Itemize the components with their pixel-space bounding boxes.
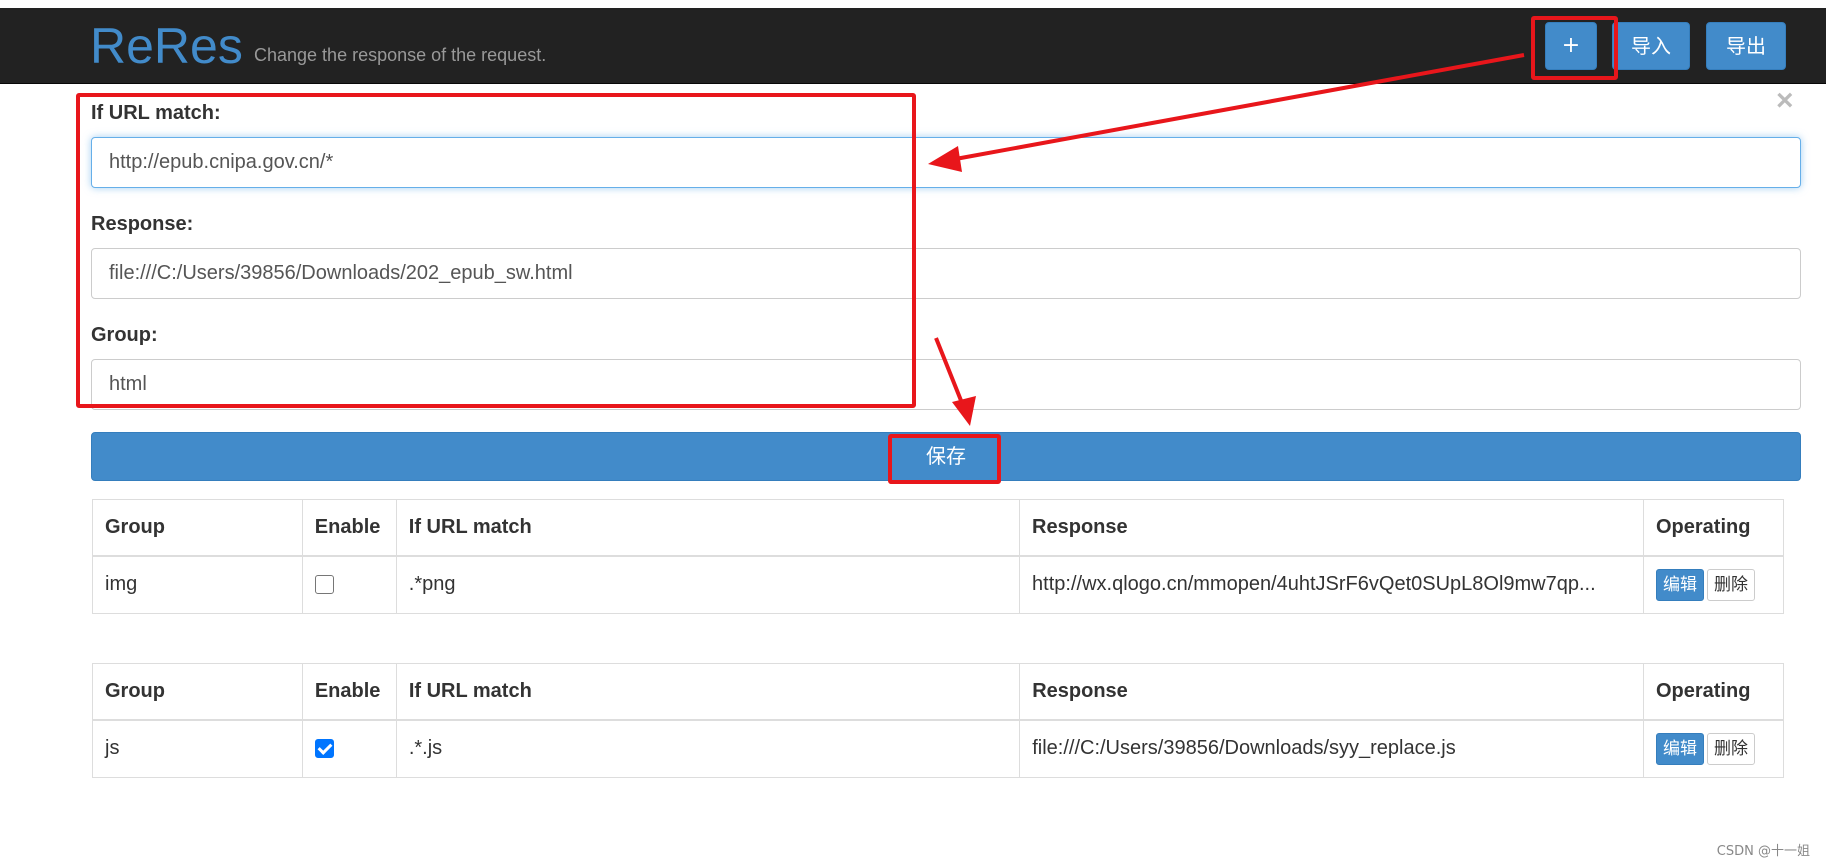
import-button[interactable]: 导入 <box>1612 22 1690 70</box>
url-match-input[interactable]: http://epub.cnipa.gov.cn/* <box>91 137 1801 188</box>
cell-response: http://wx.qlogo.cn/mmopen/4uhtJSrF6vQet0… <box>1019 555 1644 614</box>
cell-group: js <box>92 719 303 778</box>
top-strip <box>0 0 1826 8</box>
header-enable: Enable <box>301 499 397 557</box>
response-label: Response: <box>91 213 194 235</box>
add-rule-button[interactable]: + <box>1545 22 1597 70</box>
cell-enable <box>301 719 397 778</box>
delete-button[interactable]: 删除 <box>1706 568 1755 601</box>
header-group: Group <box>92 499 303 557</box>
brand-logo[interactable]: ReRes <box>90 18 243 74</box>
header-operating: Operating <box>1642 663 1785 721</box>
header-response: Response <box>1019 663 1644 721</box>
table-row: js .*.js file:///C:/Users/39856/Download… <box>92 719 1785 778</box>
rule-table-js: Group Enable If URL match Response Opera… <box>92 663 1785 778</box>
export-button[interactable]: 导出 <box>1706 22 1786 70</box>
header-group: Group <box>92 663 303 721</box>
close-icon[interactable]: × <box>1776 86 1794 116</box>
header-enable: Enable <box>301 663 397 721</box>
header-url-match: If URL match <box>395 663 1021 721</box>
cell-response: file:///C:/Users/39856/Downloads/syy_rep… <box>1019 719 1644 778</box>
edit-button[interactable]: 编辑 <box>1655 732 1704 765</box>
group-input[interactable]: html <box>91 359 1801 410</box>
url-match-label: If URL match: <box>91 102 221 124</box>
cell-group: img <box>92 555 303 614</box>
header-url-match: If URL match <box>395 499 1021 557</box>
watermark: CSDN @十一姐 <box>1716 844 1810 859</box>
delete-button[interactable]: 删除 <box>1706 732 1755 765</box>
header-operating: Operating <box>1642 499 1785 557</box>
rule-table-img: Group Enable If URL match Response Opera… <box>92 499 1785 614</box>
cell-operating: 编辑 删除 <box>1642 555 1785 614</box>
table-header-row: Group Enable If URL match Response Opera… <box>92 663 1785 721</box>
cell-operating: 编辑 删除 <box>1642 719 1785 778</box>
table-row: img .*png http://wx.qlogo.cn/mmopen/4uht… <box>92 555 1785 614</box>
brand-tagline: Change the response of the request. <box>254 45 547 65</box>
cell-url-match: .*png <box>395 555 1021 614</box>
save-button[interactable]: 保存 <box>91 432 1801 481</box>
cell-enable <box>301 555 397 614</box>
table-header-row: Group Enable If URL match Response Opera… <box>92 499 1785 557</box>
enable-checkbox[interactable] <box>314 575 334 595</box>
group-label: Group: <box>91 324 158 346</box>
navbar: ReRes Change the response of the request… <box>0 8 1826 84</box>
response-input[interactable]: file:///C:/Users/39856/Downloads/202_epu… <box>91 248 1801 299</box>
header-response: Response <box>1019 499 1644 557</box>
enable-checkbox[interactable] <box>314 739 334 759</box>
edit-button[interactable]: 编辑 <box>1655 568 1704 601</box>
cell-url-match: .*.js <box>395 719 1021 778</box>
